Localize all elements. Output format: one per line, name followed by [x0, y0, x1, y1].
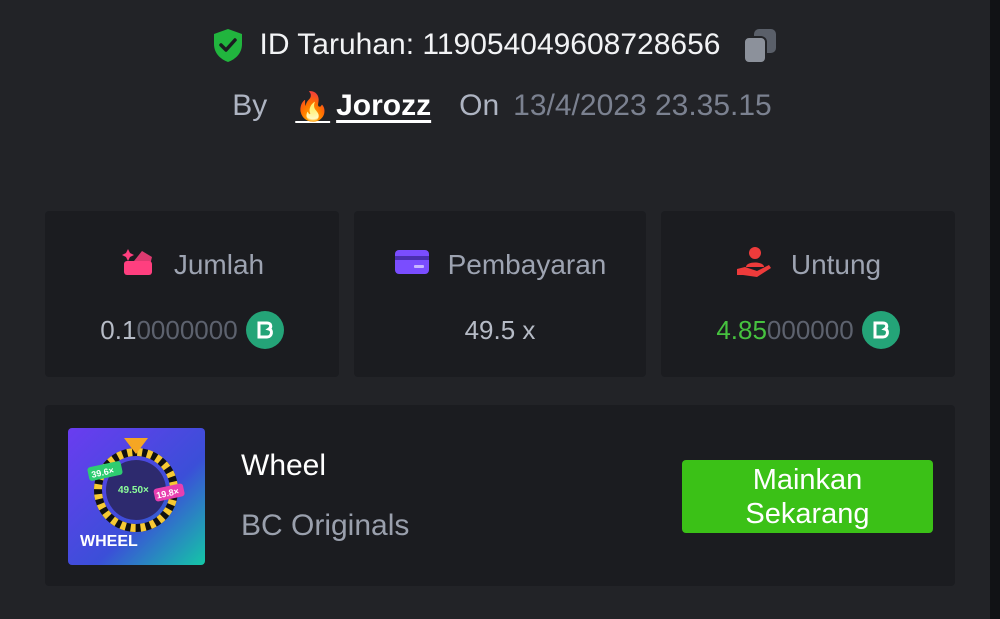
payout-value: 49.5 x	[354, 309, 646, 351]
profit-value-dim: 000000	[766, 314, 854, 345]
amount-value: 0.1 0000000	[45, 309, 339, 351]
game-provider: BC Originals	[241, 509, 410, 542]
amount-card: Jumlah 0.1 0000000	[45, 211, 339, 377]
bet-id-row: ID Taruhan: 119054049608728656	[0, 22, 990, 68]
on-label: On	[459, 89, 500, 122]
payout-card: Pembayaran 49.5 x	[354, 211, 646, 377]
game-thumbnail[interactable]: 39.6× 49.50× 19.8× WHEEL	[68, 428, 205, 565]
user-name: Jorozz	[336, 89, 432, 122]
play-now-button[interactable]: Mainkan Sekarang	[682, 460, 933, 533]
shield-check-icon	[210, 27, 246, 63]
bet-amount-icon	[120, 245, 156, 286]
payout-label: Pembayaran	[447, 249, 607, 280]
profit-value: 4.85 000000	[661, 309, 955, 351]
hand-user-icon	[735, 245, 773, 286]
amount-value-dim: 0000000	[136, 314, 238, 345]
profit-value-main: 4.85	[716, 314, 767, 345]
bet-date: 13/4/2023 23.35.15	[513, 89, 772, 122]
profit-label: Untung	[790, 249, 882, 280]
thumb-title: WHEEL	[80, 533, 138, 550]
author-row: By 🔥 Jorozz On 13/4/2023 23.35.15	[0, 84, 990, 128]
bc-coin-icon	[245, 311, 284, 349]
thumb-multiplier-center: 49.50×	[118, 485, 149, 496]
scrollbar-track	[990, 0, 1000, 619]
fire-icon: 🔥	[295, 90, 331, 122]
profit-card: Untung 4.85 000000	[661, 211, 955, 377]
payout-value-text: 49.5 x	[464, 314, 536, 345]
amount-value-main: 0.1	[100, 314, 137, 345]
user-link[interactable]: 🔥 Jorozz	[295, 89, 431, 123]
bc-coin-icon	[861, 311, 900, 349]
game-card: 39.6× 49.50× 19.8× WHEEL Wheel BC Origin…	[45, 405, 955, 586]
by-label: By	[232, 89, 268, 122]
card-icon	[394, 248, 430, 283]
bet-detail-panel: ID Taruhan: 119054049608728656 By 🔥 Joro…	[0, 0, 990, 619]
amount-label: Jumlah	[173, 249, 265, 280]
copy-icon[interactable]	[740, 25, 780, 65]
bet-id-text: ID Taruhan: 119054049608728656	[259, 28, 721, 61]
game-name: Wheel	[241, 449, 327, 482]
